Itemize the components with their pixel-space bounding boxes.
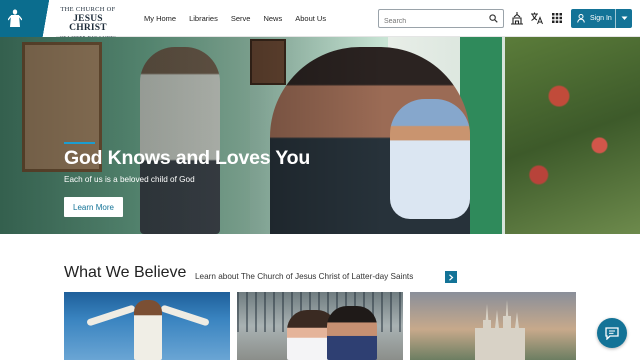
belief-card-temple[interactable]: [410, 292, 576, 360]
nav-news[interactable]: News: [263, 14, 282, 23]
hero-title: God Knows and Loves You: [64, 147, 311, 169]
christus-logo-icon: [8, 9, 22, 27]
translate-icon[interactable]: [530, 11, 544, 25]
card-photo-temple: [475, 300, 525, 360]
chat-button[interactable]: [597, 318, 627, 348]
chat-icon: [605, 326, 619, 340]
chevron-down-icon: [621, 16, 627, 20]
sign-in-divider: [615, 9, 616, 28]
belief-card-jesus-christ[interactable]: [64, 292, 230, 360]
sign-in-dropdown[interactable]: [616, 9, 632, 28]
wordmark-line1: THE CHURCH OF: [60, 6, 116, 13]
nav-serve[interactable]: Serve: [231, 14, 251, 23]
card-photo-detail: [160, 304, 210, 327]
temple-icon[interactable]: [510, 11, 524, 25]
section-link-arrow[interactable]: [445, 271, 457, 283]
search-icon[interactable]: [489, 14, 498, 23]
card-photo-person: [327, 306, 377, 360]
sign-in-group: Sign In: [571, 9, 632, 28]
sign-in-button[interactable]: Sign In: [571, 9, 615, 28]
user-icon: [577, 14, 585, 23]
hero-accent-line: [64, 142, 95, 144]
learn-more-button[interactable]: Learn More: [64, 197, 123, 217]
nav-libraries[interactable]: Libraries: [189, 14, 218, 23]
sign-in-label: Sign In: [590, 15, 612, 22]
site-header: THE CHURCH OF JESUS CHRIST OF LATTER-DAY…: [0, 0, 640, 40]
church-wordmark[interactable]: THE CHURCH OF JESUS CHRIST OF LATTER-DAY…: [56, 6, 120, 40]
search-box: [378, 9, 504, 30]
main-nav: My Home Libraries Serve News About Us: [144, 0, 339, 37]
belief-card-family[interactable]: [237, 292, 403, 360]
logo-divider: [38, 0, 56, 37]
wordmark-line2: JESUS CHRIST: [69, 13, 107, 33]
card-photo-detail: [86, 304, 136, 327]
card-photo-christ: [134, 300, 162, 360]
apps-grid-icon[interactable]: [550, 11, 564, 25]
search-input[interactable]: [379, 13, 479, 30]
nav-about-us[interactable]: About Us: [295, 14, 326, 23]
chevron-right-icon: [449, 273, 454, 281]
nav-my-home[interactable]: My Home: [144, 14, 176, 23]
section-title: What We Believe: [64, 264, 187, 281]
section-link[interactable]: Learn about The Church of Jesus Christ o…: [195, 272, 413, 281]
hero-banner: God Knows and Loves You Each of us is a …: [0, 37, 640, 234]
hero-subtitle: Each of us is a beloved child of God: [64, 175, 195, 184]
